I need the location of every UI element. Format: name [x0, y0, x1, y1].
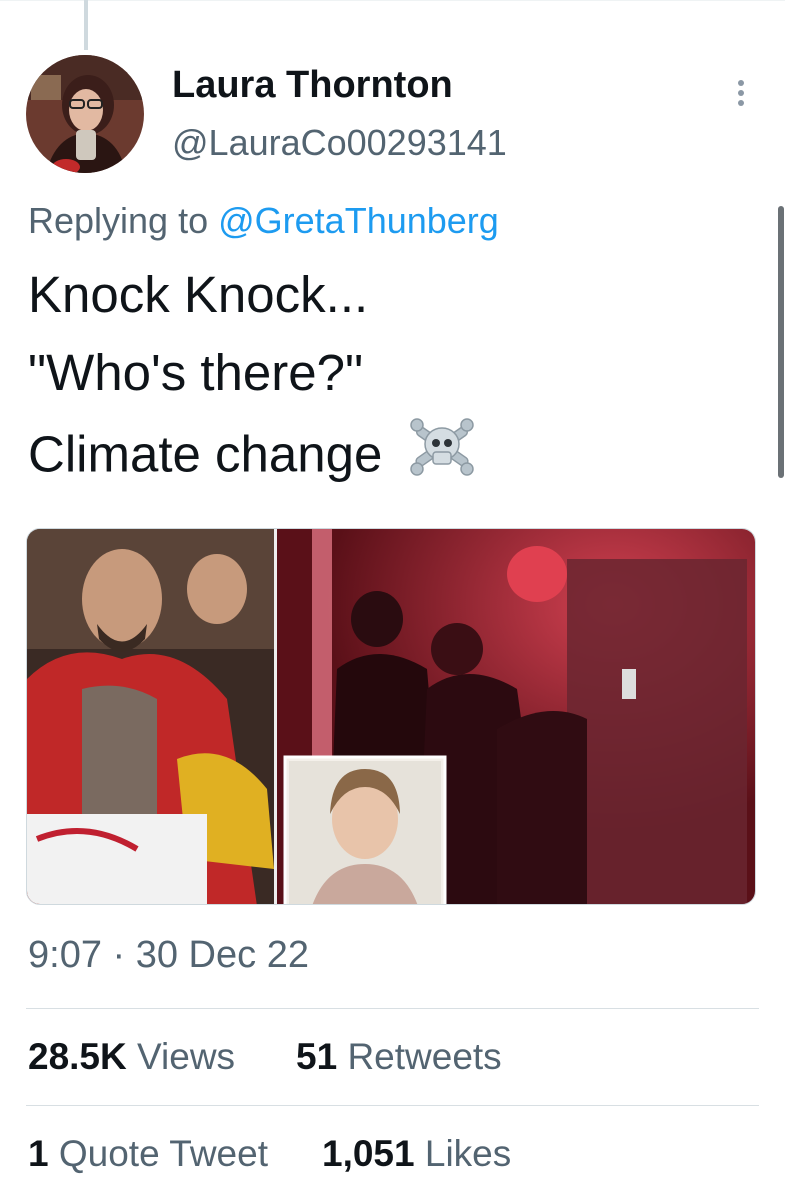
divider	[26, 1105, 759, 1106]
likes-label: Likes	[424, 1133, 512, 1174]
retweets-stat[interactable]: 51 Retweets	[296, 1036, 502, 1078]
scrollbar[interactable]	[778, 206, 784, 478]
thread-connector-line	[84, 0, 88, 50]
top-separator	[0, 0, 785, 1]
avatar[interactable]	[26, 55, 144, 173]
replying-to: Replying to @GretaThunberg	[28, 200, 499, 242]
views-count: 28.5K	[28, 1036, 127, 1077]
likes-count: 1,051	[322, 1133, 415, 1174]
divider	[26, 1008, 759, 1009]
retweets-label: Retweets	[347, 1036, 502, 1077]
more-options-icon[interactable]	[724, 78, 758, 108]
quote-tweets-stat[interactable]: 1 Quote Tweet	[28, 1133, 268, 1175]
quote-tweets-count: 1	[28, 1133, 49, 1174]
author-handle[interactable]: @LauraCo00293141	[172, 122, 507, 164]
tweet-media-image[interactable]	[26, 528, 756, 905]
replying-to-handle-link[interactable]: @GretaThunberg	[218, 200, 499, 241]
views-label: Views	[137, 1036, 236, 1077]
retweets-count: 51	[296, 1036, 338, 1077]
quote-tweets-label: Quote Tweet	[58, 1133, 268, 1174]
tweet-text-line-3-text: Climate change	[28, 425, 383, 483]
tweet-text-line-1: Knock Knock...	[28, 266, 369, 323]
author-name[interactable]: Laura Thornton	[172, 64, 453, 107]
skull-crossbones-icon	[407, 412, 477, 504]
views-stat: 28.5K Views	[28, 1036, 235, 1078]
replying-to-prefix: Replying to	[28, 200, 209, 241]
likes-stat[interactable]: 1,051 Likes	[322, 1133, 511, 1175]
tweet-timestamp[interactable]: 9:07 · 30 Dec 22	[28, 934, 309, 977]
tweet-text-line-3: Climate change	[28, 412, 477, 504]
tweet-text-line-2: "Who's there?"	[28, 344, 364, 401]
